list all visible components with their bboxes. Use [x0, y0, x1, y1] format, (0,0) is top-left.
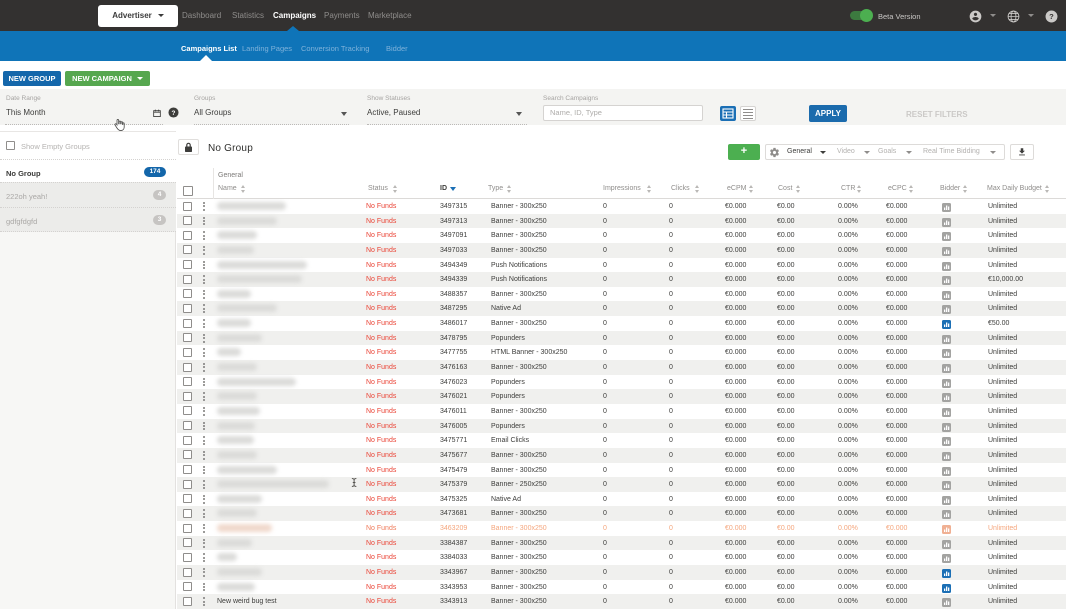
svg-text:?: ?: [172, 110, 176, 117]
svg-text:?: ?: [1049, 12, 1054, 21]
